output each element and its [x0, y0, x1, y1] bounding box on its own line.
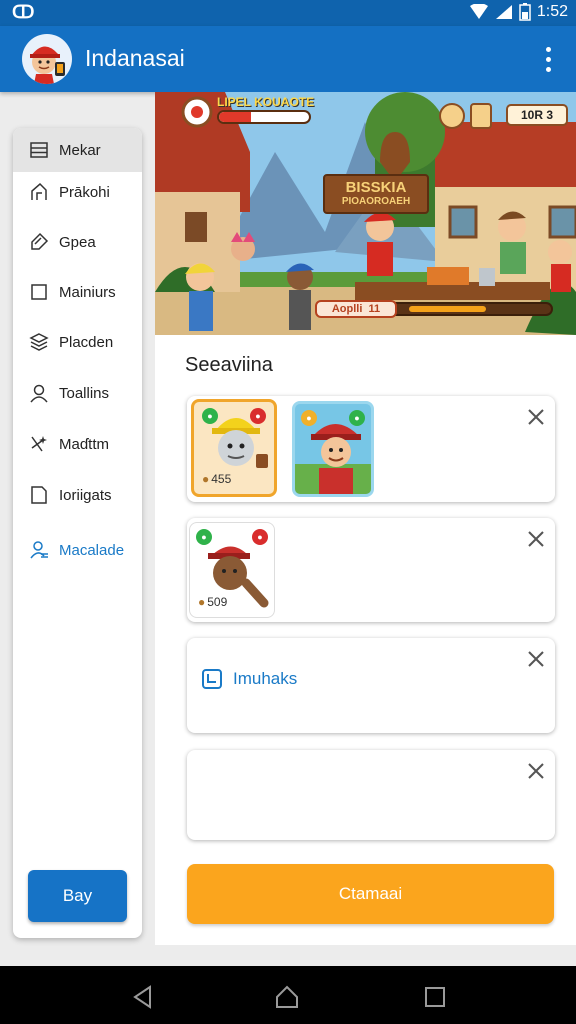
item-price: ● 509: [198, 595, 227, 609]
hero-sign-line2: PIOAOROAEH: [341, 196, 411, 207]
close-icon[interactable]: [527, 530, 545, 548]
signal-icon: [495, 5, 512, 19]
home-icon: [31, 182, 47, 200]
status-badge-yellow: ●: [301, 410, 317, 426]
drawer-item-gpea[interactable]: Gpea: [13, 220, 142, 264]
hero-level-label: LIPEL KOUAOTE: [217, 95, 315, 109]
drawer-item-label: Ioriigats: [59, 486, 112, 504]
hero-hud-count: 11: [368, 303, 381, 315]
item-price-value: 509: [207, 595, 228, 609]
group-icon: [30, 541, 48, 559]
game-hero-banner[interactable]: LIPEL KOUAOTE 10R 3 BISSKIA PIOAOROAEH A…: [155, 92, 576, 335]
hero-hud-fill: [409, 306, 486, 312]
hero-hud-label-text: Aoplli: [331, 303, 363, 315]
notification-icon: ↀ: [12, 2, 35, 22]
layers-icon: [29, 333, 49, 351]
status-time: 1:52: [536, 3, 568, 20]
recents-icon[interactable]: [422, 984, 448, 1010]
wifi-icon: [469, 4, 488, 19]
drawer-item-ioriigats[interactable]: Ioriigats: [13, 473, 142, 517]
drawer-item-label: Mekar: [59, 141, 101, 159]
coin-icon: ●: [198, 595, 206, 609]
hero-health-bar: [217, 110, 311, 124]
status-icons: 1:52: [469, 3, 568, 21]
item-card-1[interactable]: ● ● ● 455 ● ●: [187, 396, 555, 502]
drawer-item-label: Mainiurs: [59, 283, 116, 301]
user-icon: [30, 384, 48, 403]
battery-icon: [519, 3, 531, 21]
close-icon[interactable]: [527, 650, 545, 668]
sparkle-icon: [31, 436, 47, 452]
primary-action-button[interactable]: Ctamaai: [187, 864, 554, 924]
drawer-item-label: Placden: [59, 333, 114, 351]
coin-icon: ●: [202, 472, 210, 486]
tag-icon: [31, 232, 49, 250]
app-title: Indanasai: [85, 45, 185, 71]
drawer-item-prakohi[interactable]: Prākohi: [13, 170, 142, 214]
hero-progress-hud: Aoplli 11: [315, 300, 553, 318]
more-options-button[interactable]: [538, 44, 558, 74]
drawer-item-label: Prākohi: [59, 183, 110, 201]
drawer-item-label: Macalade: [59, 541, 125, 559]
status-badge-green: ●: [349, 410, 365, 426]
status-badge-green: ●: [196, 529, 212, 545]
status-badge-red: ●: [250, 408, 266, 424]
status-bar: ↀ 1:52: [0, 0, 576, 26]
file-icon: [31, 486, 47, 504]
drawer-item-macalade[interactable]: Macalade: [13, 528, 142, 572]
status-badge-green: ●: [202, 408, 218, 424]
close-icon[interactable]: [527, 408, 545, 426]
item-tile-yellow[interactable]: ● ● ● 455: [191, 399, 277, 497]
list-icon: [30, 142, 48, 158]
drawer-item-toallins[interactable]: Toallins: [13, 371, 142, 415]
drawer-item-mekar[interactable]: Mekar: [13, 128, 142, 172]
drawer-item-label: Toallins: [59, 384, 110, 402]
hero-score-badge: 10R 3: [506, 104, 568, 126]
square-icon: [31, 284, 47, 300]
link-card[interactable]: Imuhaks: [187, 638, 555, 733]
drawer-item-madttm[interactable]: Maɗttm: [13, 422, 142, 466]
drawer-item-placden[interactable]: Placden: [13, 320, 142, 364]
home-icon[interactable]: [274, 984, 300, 1010]
item-card-2[interactable]: ● ● ● 509: [187, 518, 555, 622]
item-tile-brown[interactable]: ● ● ● 509: [189, 522, 275, 618]
empty-card[interactable]: [187, 750, 555, 840]
hero-hud-label: Aoplli 11: [315, 300, 397, 318]
drawer-item-mainiurs[interactable]: Mainiurs: [13, 270, 142, 314]
main-panel: LIPEL KOUAOTE 10R 3 BISSKIA PIOAOROAEH A…: [155, 92, 576, 945]
navigation-drawer: Mekar Prākohi Gpea Mainiurs Placden Toal…: [13, 128, 142, 938]
item-price: ● 455: [202, 472, 231, 486]
close-icon[interactable]: [527, 762, 545, 780]
link-row[interactable]: Imuhaks: [201, 668, 297, 690]
item-price-value: 455: [211, 472, 232, 486]
status-badge-red: ●: [252, 529, 268, 545]
hero-sign-line1: BISSKIA: [345, 179, 407, 196]
section-title: Seeaviina: [185, 354, 273, 376]
drawer-item-label: Maɗttm: [59, 435, 110, 453]
buy-button[interactable]: Bay: [28, 870, 127, 922]
item-tile-lumberjack[interactable]: ● ●: [292, 401, 374, 497]
app-avatar[interactable]: [22, 34, 72, 84]
system-navigation-bar: [0, 966, 576, 1024]
hero-health-fill: [219, 112, 251, 122]
hero-shop-sign: BISSKIA PIOAOROAEH: [323, 174, 429, 214]
document-link-icon: [202, 669, 222, 689]
drawer-item-label: Gpea: [59, 233, 96, 251]
back-icon[interactable]: [130, 984, 156, 1010]
link-label: Imuhaks: [233, 669, 298, 688]
app-bar: Indanasai: [0, 26, 576, 92]
